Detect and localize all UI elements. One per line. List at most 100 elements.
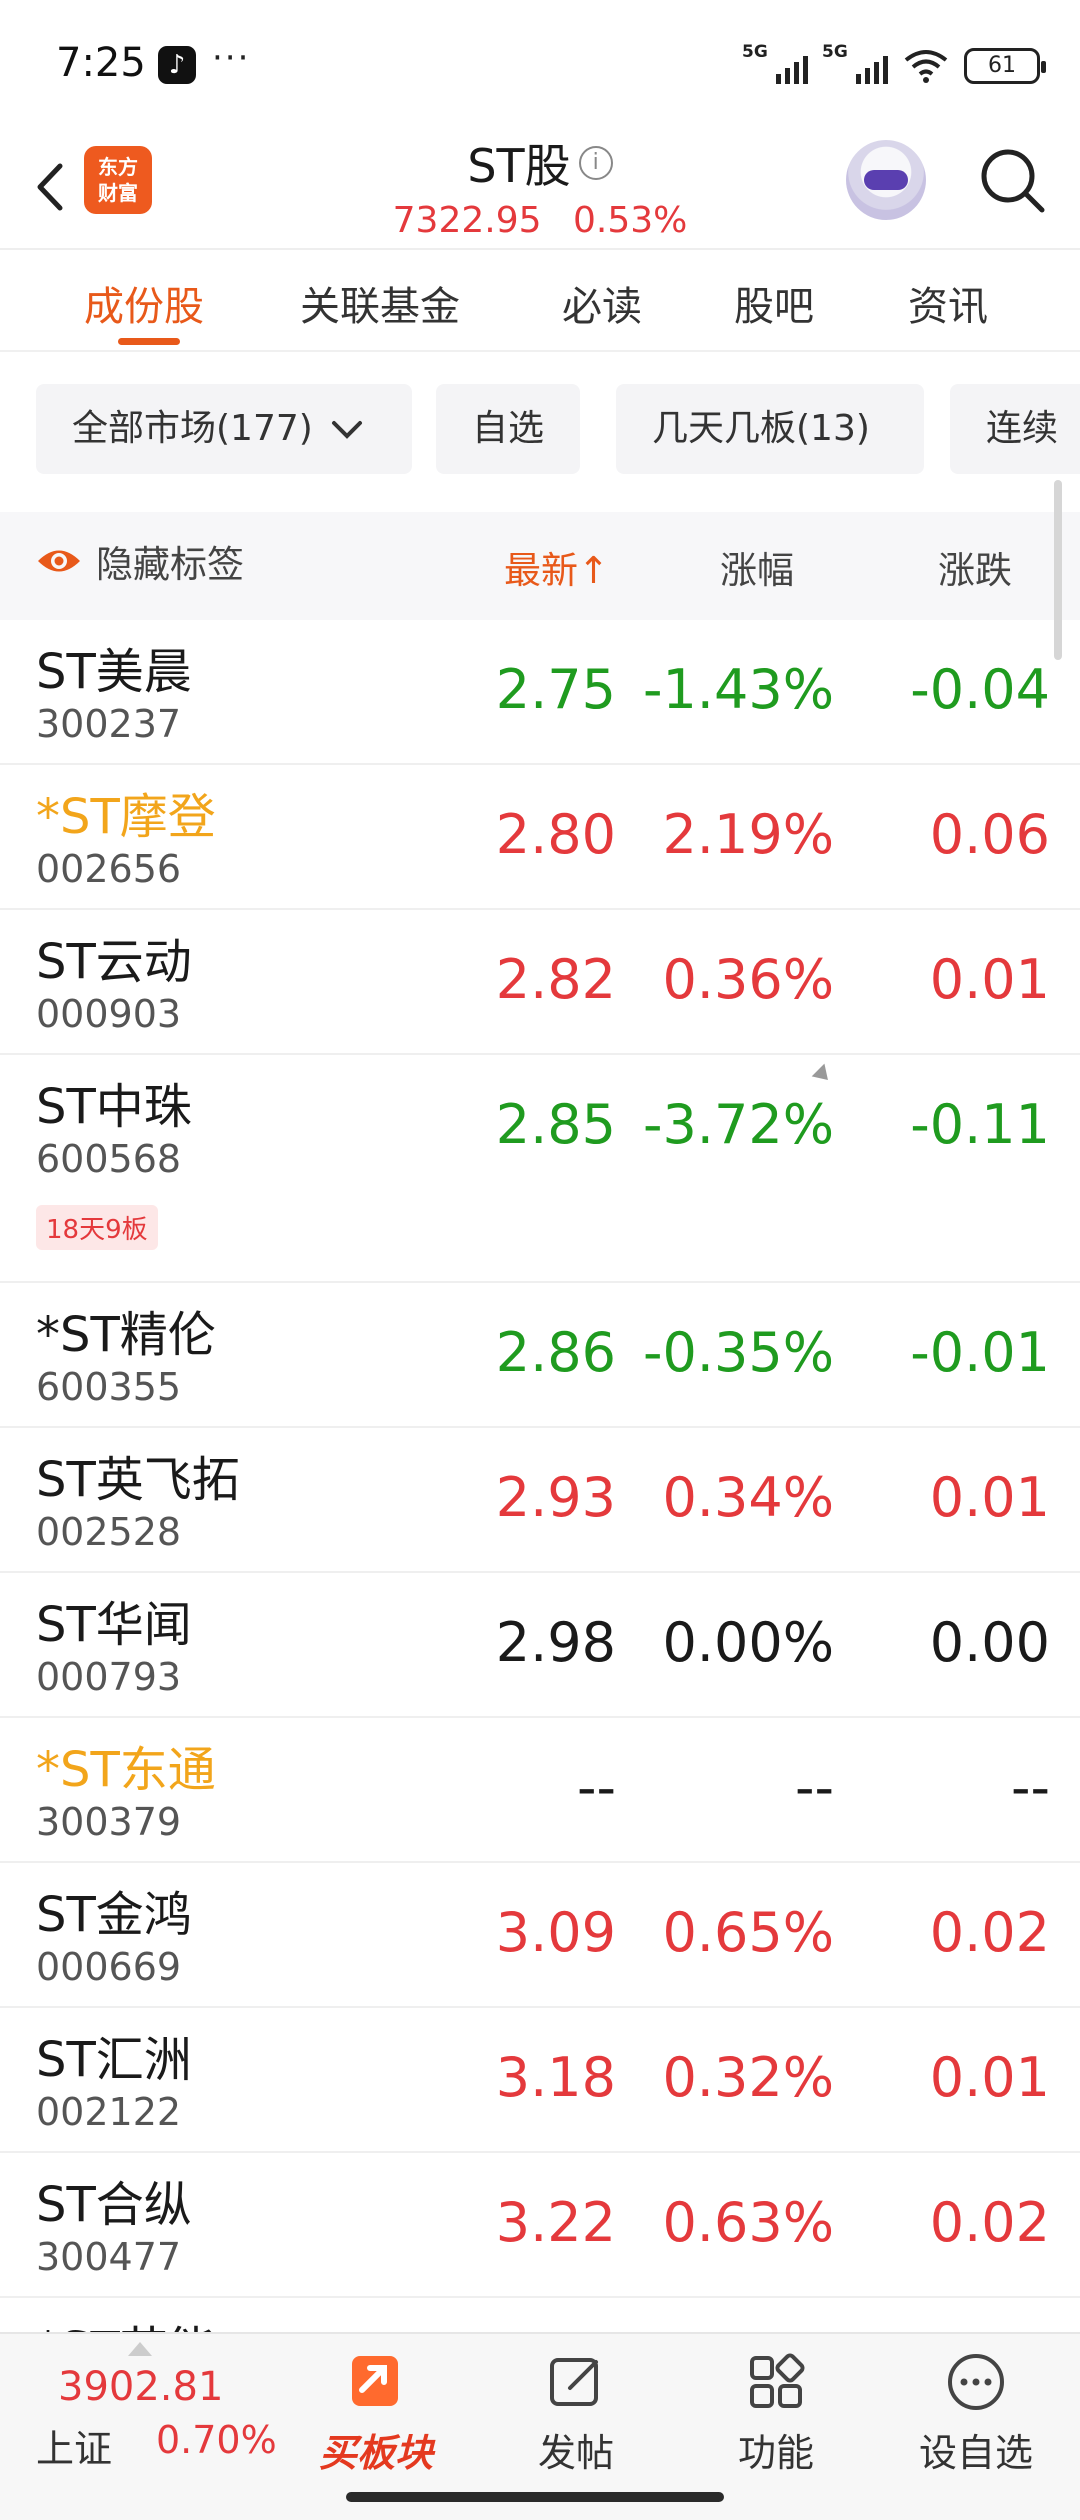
more-circle-icon <box>948 2354 1004 2410</box>
signal-5g-icon: 5G <box>742 42 808 86</box>
sse-index-change[interactable]: 0.70% <box>156 2418 277 2462</box>
stock-change-pct: 0.00% <box>662 1611 834 1674</box>
stock-row[interactable]: *ST摩登 002656 2.80 2.19% 0.06 <box>0 765 1080 910</box>
tab-constituents[interactable]: 成份股 <box>84 274 204 332</box>
add-watchlist-button[interactable]: 设自选 <box>896 2350 1056 2477</box>
stock-name: ST华闻 <box>36 1597 192 1653</box>
streak-filter-chip[interactable]: 几天几板(13) <box>616 384 924 474</box>
hide-tags-toggle[interactable]: 隐藏标签 <box>36 534 244 588</box>
stock-change: -0.01 <box>910 1321 1050 1384</box>
sort-ascending-icon: ↑ <box>578 549 610 592</box>
stock-name: ST美晨 <box>36 644 192 700</box>
expand-caret-icon[interactable] <box>128 2342 152 2356</box>
stock-row[interactable]: ST美晨 300237 2.75 -1.43% -0.04 <box>0 620 1080 765</box>
stock-row[interactable]: *ST东通 300379 -- -- -- <box>0 1718 1080 1863</box>
stock-row[interactable]: ST中珠 600568 18天9板 2.85 -3.72% -0.11 <box>0 1055 1080 1283</box>
stock-change-pct: -0.35% <box>642 1321 834 1384</box>
stock-name: ST英飞拓 <box>36 1452 240 1508</box>
stock-price: -- <box>577 1756 616 1819</box>
stock-change-pct: 0.32% <box>662 2046 834 2109</box>
stock-name: *ST精伦 <box>36 1307 216 1363</box>
eye-icon <box>38 550 80 572</box>
home-indicator[interactable] <box>346 2492 724 2502</box>
post-button[interactable]: 发帖 <box>496 2350 656 2477</box>
stock-change-pct: 0.65% <box>662 1901 834 1964</box>
stock-name: *ST节能 <box>36 2310 216 2332</box>
status-bar: 7:25 ♪ ··· 5G 5G 61 <box>0 0 1080 130</box>
market-filter-label: 全部市场(177) <box>72 408 313 449</box>
stock-code: 002528 <box>36 1510 182 1554</box>
signal-label: 5G <box>822 42 848 62</box>
column-latest-price[interactable]: 最新↑ <box>504 540 609 594</box>
stock-change: 0.02 <box>929 1901 1050 1964</box>
stock-change-pct: 0.34% <box>662 1466 834 1529</box>
stock-price: 2.86 <box>495 1321 616 1384</box>
tiktok-icon: ♪ <box>158 46 196 84</box>
stock-change-pct: 2.19% <box>662 803 834 866</box>
stock-row[interactable]: ST合纵 300477 3.22 0.63% 0.02 <box>0 2153 1080 2298</box>
stock-name: ST合纵 <box>36 2177 192 2233</box>
tab-related-funds[interactable]: 关联基金 <box>300 274 460 332</box>
signal-5g-icon: 5G <box>822 42 888 86</box>
stock-name: *ST摩登 <box>36 789 216 845</box>
consecutive-filter-chip[interactable]: 连续 <box>950 384 1080 474</box>
tab-bar: 成份股 关联基金 必读 股吧 资讯 <box>0 248 1080 352</box>
stock-price: 2.98 <box>495 1611 616 1674</box>
ai-assistant-avatar[interactable] <box>846 140 926 220</box>
sse-index-value[interactable]: 3902.81 <box>58 2364 223 2410</box>
stock-row[interactable]: ST金鸿 000669 3.09 0.65% 0.02 <box>0 1863 1080 2008</box>
sector-index-change: 0.53% <box>572 200 688 241</box>
stock-name: *ST东通 <box>36 1742 216 1798</box>
tab-must-read[interactable]: 必读 <box>562 274 642 332</box>
stock-change: 0.00 <box>929 1611 1050 1674</box>
functions-button[interactable]: 功能 <box>696 2350 856 2477</box>
signal-label: 5G <box>742 42 768 62</box>
column-change-pct[interactable]: 涨幅 <box>720 540 794 594</box>
watchlist-filter-chip[interactable]: 自选 <box>436 384 581 474</box>
stock-price: 2.82 <box>495 948 616 1011</box>
page-title-text: ST股 <box>467 139 571 193</box>
filter-bar: 全部市场(177) 自选 几天几板(13) 连续 <box>0 384 1080 478</box>
column-latest-label: 最新 <box>504 549 578 592</box>
stock-change: -0.11 <box>910 1093 1050 1156</box>
buy-sector-label: 买板块 <box>318 2431 433 2475</box>
bottom-bar: 3902.81 上证 0.70% 买板块 发帖 功能 设自选 <box>0 2332 1080 2520</box>
stock-row[interactable]: *ST精伦 600355 2.86 -0.35% -0.01 <box>0 1283 1080 1428</box>
stock-row[interactable]: ST英飞拓 002528 2.93 0.34% 0.01 <box>0 1428 1080 1573</box>
sse-index-name[interactable]: 上证 <box>36 2418 112 2473</box>
tab-forum[interactable]: 股吧 <box>734 274 814 332</box>
stock-change-pct: -1.43% <box>642 658 834 721</box>
market-filter-dropdown[interactable]: 全部市场(177) <box>36 384 412 474</box>
stock-row[interactable]: ST云动 000903 2.82 0.36% 0.01 <box>0 910 1080 1055</box>
stock-code: 002656 <box>36 847 182 891</box>
buy-sector-icon <box>352 2356 398 2406</box>
stock-change: 0.01 <box>929 1466 1050 1529</box>
stock-row[interactable]: *ST节能 <box>0 2298 1080 2332</box>
stock-change: 0.01 <box>929 948 1050 1011</box>
column-header: 隐藏标签 最新↑ 涨幅 涨跌 <box>0 512 1080 1087</box>
stock-change: -- <box>1011 1756 1050 1819</box>
stock-code: 600568 <box>36 1137 182 1181</box>
stock-price: 3.09 <box>495 1901 616 1964</box>
battery-icon: 61 <box>964 48 1046 84</box>
stock-change: 0.06 <box>929 803 1050 866</box>
stock-price: 2.75 <box>495 658 616 721</box>
page-title: ST股 i <box>467 130 613 196</box>
column-change[interactable]: 涨跌 <box>938 540 1012 594</box>
stock-code: 600355 <box>36 1365 182 1409</box>
stock-change-pct: -- <box>795 1756 834 1819</box>
buy-sector-button[interactable]: 买板块 <box>296 2350 456 2477</box>
stock-code: 300379 <box>36 1800 182 1844</box>
stock-row[interactable]: ST华闻 000793 2.98 0.00% 0.00 <box>0 1573 1080 1718</box>
compose-icon <box>550 2358 598 2406</box>
search-icon[interactable] <box>976 144 1050 218</box>
stock-code: 002122 <box>36 2090 182 2134</box>
more-notifications-icon: ··· <box>212 38 251 78</box>
info-icon[interactable]: i <box>578 146 613 180</box>
stock-row[interactable]: ST汇洲 002122 3.18 0.32% 0.01 <box>0 2008 1080 2153</box>
stock-name: ST金鸿 <box>36 1887 192 1943</box>
tab-news[interactable]: 资讯 <box>908 274 988 332</box>
stock-price: 2.85 <box>495 1093 616 1156</box>
functions-label: 功能 <box>737 2431 814 2475</box>
stock-list: ST美晨 300237 2.75 -1.43% -0.04 *ST摩登 002656 2.80… <box>0 620 1080 2332</box>
